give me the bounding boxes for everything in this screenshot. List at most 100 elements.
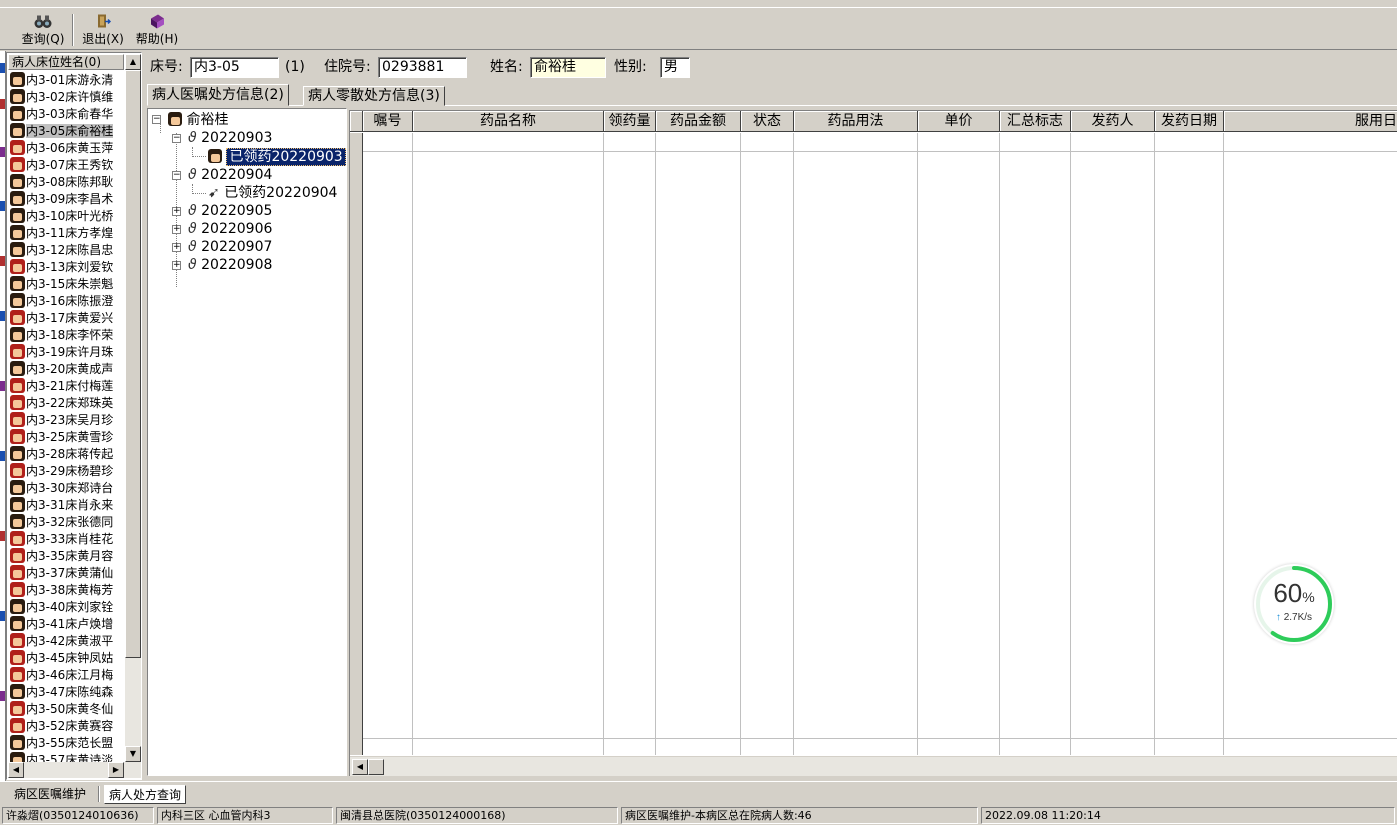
patient-list-item[interactable]: 内3-08床陈邦耿 bbox=[10, 174, 124, 191]
patient-list-item[interactable]: 内3-07床王秀钦 bbox=[10, 157, 124, 174]
scroll-up-button[interactable]: ▲ bbox=[125, 54, 141, 70]
patient-list-item[interactable]: 内3-29床杨碧珍 bbox=[10, 463, 124, 480]
tab-ward-orders[interactable]: 病区医嘱维护 bbox=[10, 785, 90, 804]
patient-list-item[interactable]: 内3-45床钟凤姑 bbox=[10, 650, 124, 667]
scroll-thumb[interactable] bbox=[125, 70, 141, 658]
patient-list-item[interactable]: 内3-19床许月珠 bbox=[10, 344, 124, 361]
patient-list-item[interactable]: 内3-47床陈纯森 bbox=[10, 684, 124, 701]
patient-list-item[interactable]: 内3-09床李昌术 bbox=[10, 191, 124, 208]
patient-list-item[interactable]: 内3-32床张德同 bbox=[10, 514, 124, 531]
patient-list-item[interactable]: 内3-55床范长盟 bbox=[10, 735, 124, 752]
col-status[interactable]: 状态 bbox=[741, 111, 794, 132]
patient-list-item[interactable]: 内3-50床黄冬仙 bbox=[10, 701, 124, 718]
admission-number-field[interactable]: 0293881 bbox=[378, 57, 467, 78]
col-order-no[interactable]: 嘱号 bbox=[363, 111, 413, 132]
tree-node-20220904[interactable]: ϑ 20220904 bbox=[188, 166, 272, 184]
col-dispense-date[interactable]: 发药日期 bbox=[1155, 111, 1224, 132]
col-quantity[interactable]: 领药量 bbox=[604, 111, 656, 132]
node-20220907-toggle[interactable]: + bbox=[172, 243, 181, 252]
col-unit-price[interactable]: 单价 bbox=[918, 111, 1000, 132]
tree-node-20220907[interactable]: ϑ 20220907 bbox=[188, 238, 272, 256]
patient-list-item[interactable]: 内3-17床黄爱兴 bbox=[10, 310, 124, 327]
grid-scroll-left-button[interactable]: ◀ bbox=[352, 759, 368, 775]
patient-list-item[interactable]: 内3-41床卢焕增 bbox=[10, 616, 124, 633]
grid-scroll-thumb[interactable] bbox=[368, 759, 384, 775]
patient-list-item[interactable]: 内3-03床俞春华 bbox=[10, 106, 124, 123]
patient-list-header[interactable]: 病人床位姓名(0) bbox=[8, 54, 124, 70]
tree-node-20220903[interactable]: ϑ 20220903 bbox=[188, 129, 272, 147]
exit-button[interactable]: 退出(X) bbox=[80, 13, 126, 47]
patient-list-item[interactable]: 内3-23床吴月珍 bbox=[10, 412, 124, 429]
network-speed-widget[interactable]: 60% ↑ 2.7K/s bbox=[1254, 564, 1334, 644]
patient-list-item[interactable]: 内3-35床黄月容 bbox=[10, 548, 124, 565]
query-button[interactable]: 查询(Q) bbox=[18, 13, 68, 47]
patient-list-item[interactable]: 内3-42床黄淑平 bbox=[10, 633, 124, 650]
tree-node-20220908[interactable]: ϑ 20220908 bbox=[188, 256, 272, 274]
patient-list-item[interactable]: 内3-40床刘家铨 bbox=[10, 599, 124, 616]
tree-root-node[interactable]: 俞裕桂 bbox=[168, 111, 228, 129]
patient-list-item[interactable]: 内3-52床黄赛容 bbox=[10, 718, 124, 735]
node-20220903-toggle[interactable]: − bbox=[172, 134, 181, 143]
patient-list-item-label: 内3-31床肖永来 bbox=[26, 498, 114, 512]
grid-hscrollbar[interactable]: ◀ bbox=[350, 756, 1397, 776]
tab-misc[interactable]: 病人零散处方信息(3) bbox=[303, 86, 445, 106]
col-take-date[interactable]: 服用日 bbox=[1224, 111, 1397, 132]
col-summary-flag[interactable]: 汇总标志 bbox=[1000, 111, 1071, 132]
patient-list-item[interactable]: 内3-30床郑诗台 bbox=[10, 480, 124, 497]
patient-list-item-label: 内3-40床刘家铨 bbox=[26, 600, 114, 614]
patient-list-item[interactable]: 内3-33床肖桂花 bbox=[10, 531, 124, 548]
scroll-right-button[interactable]: ▶ bbox=[108, 762, 124, 778]
patient-list-item[interactable]: 内3-16床陈振澄 bbox=[10, 293, 124, 310]
col-amount[interactable]: 药品金额 bbox=[656, 111, 741, 132]
name-label: 姓名: bbox=[490, 59, 523, 75]
patient-list-item[interactable]: 内3-10床叶光桥 bbox=[10, 208, 124, 225]
speed-percent-unit: % bbox=[1302, 589, 1315, 605]
patient-list-item[interactable]: 内3-38床黄梅芳 bbox=[10, 582, 124, 599]
patient-list-item[interactable]: 内3-21床付梅莲 bbox=[10, 378, 124, 395]
patient-list-item[interactable]: 内3-28床蒋传起 bbox=[10, 446, 124, 463]
root-collapse-toggle[interactable]: − bbox=[152, 115, 161, 124]
patient-list-vscrollbar[interactable]: ▲ ▼ bbox=[125, 54, 141, 762]
patient-list-item[interactable]: 内3-05床俞裕桂 bbox=[10, 123, 124, 140]
male-patient-icon bbox=[10, 327, 25, 342]
patient-list-item[interactable]: 内3-46床江月梅 bbox=[10, 667, 124, 684]
female-patient-icon bbox=[10, 140, 25, 155]
node-20220908-toggle[interactable]: + bbox=[172, 261, 181, 270]
upload-arrow-icon: ↑ bbox=[1275, 612, 1281, 623]
node-20220904-toggle[interactable]: − bbox=[172, 171, 181, 180]
node-20220906-toggle[interactable]: + bbox=[172, 225, 181, 234]
patient-name-field[interactable]: 俞裕桂 bbox=[530, 57, 606, 78]
scroll-down-button[interactable]: ▼ bbox=[125, 746, 141, 762]
tree-node-20220906[interactable]: ϑ 20220906 bbox=[188, 220, 272, 238]
scroll-left-button[interactable]: ◀ bbox=[8, 762, 24, 778]
col-drug-name[interactable]: 药品名称 bbox=[413, 111, 604, 132]
patient-list-item[interactable]: 内3-20床黄成声 bbox=[10, 361, 124, 378]
query-label: 查询(Q) bbox=[21, 32, 65, 46]
patient-list-item[interactable]: 内3-01床游永清 bbox=[10, 72, 124, 89]
tab-orders[interactable]: 病人医嘱处方信息(2) bbox=[147, 84, 289, 106]
patient-list-item[interactable]: 内3-06床黄玉萍 bbox=[10, 140, 124, 157]
patient-list-item[interactable]: 内3-12床陈昌忠 bbox=[10, 242, 124, 259]
col-dispenser[interactable]: 发药人 bbox=[1071, 111, 1155, 132]
patient-list-item[interactable]: 内3-22床郑珠英 bbox=[10, 395, 124, 412]
patient-list-item[interactable]: 内3-15床朱崇魁 bbox=[10, 276, 124, 293]
male-patient-icon bbox=[10, 191, 25, 206]
patient-list-item[interactable]: 内3-18床李怀荣 bbox=[10, 327, 124, 344]
tree-node-20220905[interactable]: ϑ 20220905 bbox=[188, 202, 272, 220]
patient-list-item[interactable]: 内3-31床肖永来 bbox=[10, 497, 124, 514]
tab-patient-rx[interactable]: 病人处方查询 bbox=[104, 785, 187, 804]
bed-number-field[interactable]: 内3-05 bbox=[190, 57, 279, 78]
patient-list-item[interactable]: 内3-13床刘爱钦 bbox=[10, 259, 124, 276]
patient-list-item[interactable]: 内3-37床黄蒲仙 bbox=[10, 565, 124, 582]
tree-node-dispensed-20220904[interactable]: ➹ 已领药20220904 bbox=[208, 184, 337, 202]
patient-list-item[interactable]: 内3-11床方孝煌 bbox=[10, 225, 124, 242]
tree-node-dispensed-20220903[interactable]: 已领药20220903 bbox=[208, 148, 346, 166]
patient-list-item[interactable]: 内3-25床黄雪珍 bbox=[10, 429, 124, 446]
col-usage[interactable]: 药品用法 bbox=[794, 111, 918, 132]
help-button[interactable]: 帮助(H) bbox=[134, 13, 180, 47]
patient-list-hscrollbar[interactable]: ◀ ▶ bbox=[8, 762, 141, 778]
patient-list-item[interactable]: 内3-02床许慎维 bbox=[10, 89, 124, 106]
female-patient-icon bbox=[10, 565, 25, 580]
node-20220905-toggle[interactable]: + bbox=[172, 207, 181, 216]
sex-field[interactable]: 男 bbox=[660, 57, 690, 78]
